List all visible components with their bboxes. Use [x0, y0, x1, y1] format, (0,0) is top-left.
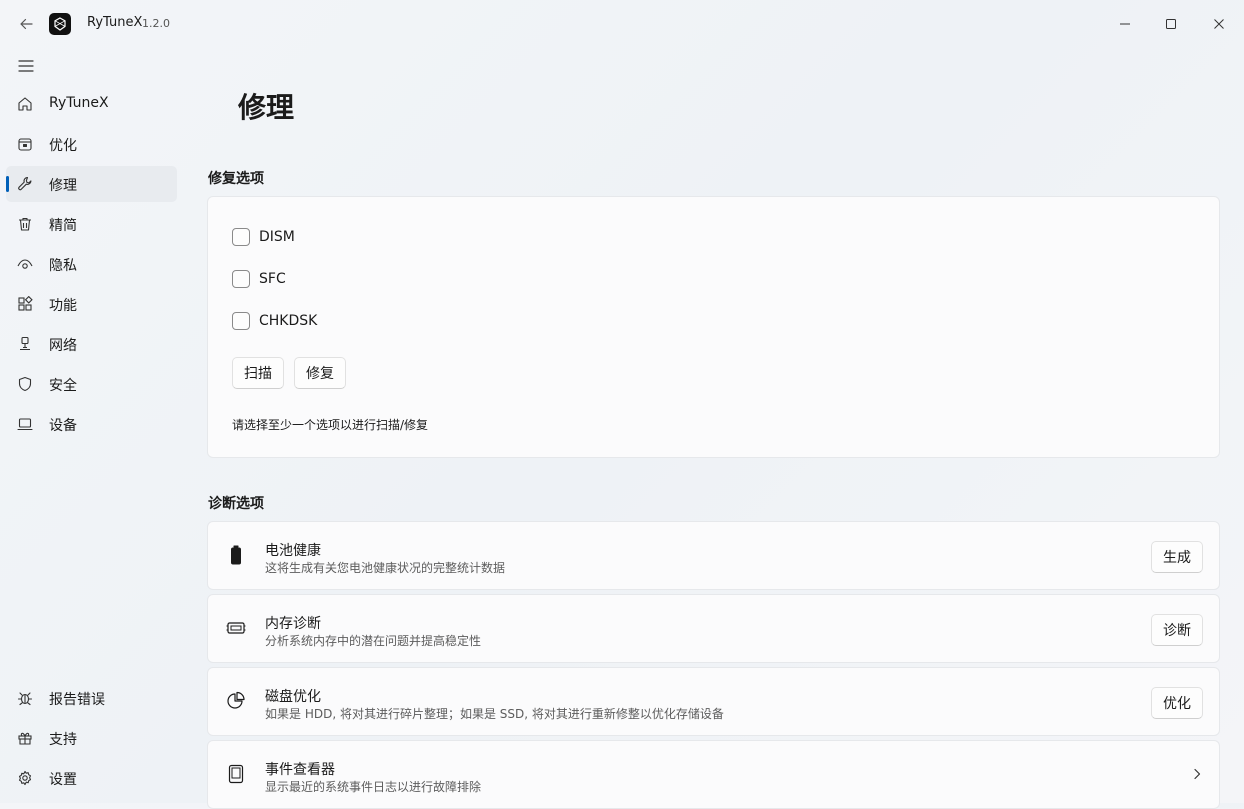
checkbox-box[interactable]: [232, 312, 250, 330]
card-title: 电池健康: [265, 543, 321, 559]
memory-diagnostic-card: 内存诊断 分析系统内存中的潜在问题并提高稳定性 诊断: [207, 594, 1220, 663]
sidebar-item-repair[interactable]: 修理: [6, 166, 177, 202]
checkbox-box[interactable]: [232, 270, 250, 288]
sidebar-item-optimize[interactable]: 优化: [6, 126, 177, 162]
sidebar-item-home[interactable]: RyTuneX: [6, 86, 177, 122]
sidebar-item-debloat[interactable]: 精简: [6, 206, 177, 242]
app-version: 1.2.0: [142, 17, 170, 30]
optimize-button[interactable]: 优化: [1151, 687, 1203, 719]
sidebar-item-label: 优化: [49, 138, 77, 154]
card-description: 如果是 HDD, 将对其进行碎片整理；如果是 SSD, 将对其进行重新修整以优化…: [265, 707, 724, 721]
sidebar-item-privacy[interactable]: 隐私: [6, 246, 177, 282]
checkbox-label: SFC: [259, 271, 286, 287]
sidebar-item-device[interactable]: 设备: [6, 406, 177, 442]
maximize-icon: [1166, 19, 1176, 29]
battery-icon: [225, 544, 247, 566]
diagnose-button[interactable]: 诊断: [1151, 614, 1203, 646]
battery-health-card: 电池健康 这将生成有关您电池健康状况的完整统计数据 生成: [207, 521, 1220, 590]
gear-icon: [16, 769, 34, 787]
generate-button[interactable]: 生成: [1151, 541, 1203, 573]
eye-icon: [16, 255, 34, 273]
card-description: 显示最近的系统事件日志以进行故障排除: [265, 780, 482, 794]
disk-optimize-card: 磁盘优化 如果是 HDD, 将对其进行碎片整理；如果是 SSD, 将对其进行重新…: [207, 667, 1220, 736]
home-icon: [16, 95, 34, 113]
chkdsk-checkbox[interactable]: CHKDSK: [232, 311, 317, 331]
app-logo: [49, 13, 71, 35]
app-title: RyTuneX: [87, 15, 143, 30]
sidebar-item-label: 设置: [49, 772, 77, 788]
repair-options-card: DISM SFC CHKDSK 扫描 修复 请选择至少一个选项以进行扫描/修复: [207, 196, 1220, 458]
app-logo-icon: [54, 17, 66, 31]
apps-icon: [16, 295, 34, 313]
sidebar-item-network[interactable]: 网络: [6, 326, 177, 362]
sidebar-item-report-bug[interactable]: 报告错误: [6, 680, 177, 716]
sidebar-item-support[interactable]: 支持: [6, 720, 177, 756]
dism-checkbox[interactable]: DISM: [232, 227, 295, 247]
sidebar-item-features[interactable]: 功能: [6, 286, 177, 322]
sidebar-item-security[interactable]: 安全: [6, 366, 177, 402]
close-button[interactable]: [1196, 6, 1242, 42]
title-bar: RyTuneX 1.2.0: [0, 0, 1244, 48]
maximize-button[interactable]: [1148, 6, 1194, 42]
scan-button[interactable]: 扫描: [232, 357, 284, 389]
sidebar-item-label: 功能: [49, 298, 77, 314]
toolbox-icon: [16, 135, 34, 153]
bug-icon: [16, 689, 34, 707]
sidebar-item-label: 安全: [49, 378, 77, 394]
minimize-button[interactable]: [1102, 6, 1148, 42]
arrow-left-icon: [20, 18, 33, 30]
sidebar-item-label: 隐私: [49, 258, 77, 274]
sidebar-item-label: 设备: [49, 418, 77, 434]
gift-icon: [16, 729, 34, 747]
hamburger-icon: [18, 60, 34, 72]
trash-icon: [16, 215, 34, 233]
card-title: 事件查看器: [265, 762, 335, 778]
sidebar-item-label: 报告错误: [49, 692, 105, 708]
sidebar-item-settings[interactable]: 设置: [6, 760, 177, 796]
sidebar-footer: 报告错误 支持 设置: [6, 680, 177, 800]
sidebar-item-label: 精简: [49, 218, 77, 234]
close-icon: [1214, 19, 1224, 29]
wrench-icon: [16, 175, 34, 193]
diagnostics-section-title: 诊断选项: [208, 496, 264, 512]
menu-toggle-button[interactable]: [12, 52, 40, 80]
tablet-icon: [225, 763, 247, 785]
repair-button[interactable]: 修复: [294, 357, 346, 389]
checkbox-label: CHKDSK: [259, 313, 318, 329]
card-title: 磁盘优化: [265, 689, 321, 705]
repair-hint-text: 请选择至少一个选项以进行扫描/修复: [232, 418, 429, 432]
shield-icon: [16, 375, 34, 393]
event-viewer-card[interactable]: 事件查看器 显示最近的系统事件日志以进行故障排除: [207, 740, 1220, 809]
network-icon: [16, 335, 34, 353]
memory-icon: [225, 617, 247, 639]
laptop-icon: [16, 415, 34, 433]
checkbox-label: DISM: [259, 229, 295, 245]
card-description: 分析系统内存中的潜在问题并提高稳定性: [265, 634, 482, 648]
repair-section-title: 修复选项: [208, 171, 264, 187]
pie-chart-icon: [225, 690, 247, 712]
sidebar-item-label: 网络: [49, 338, 77, 354]
chevron-right-icon: [1188, 765, 1206, 783]
sidebar-nav: RyTuneX 优化 修理 精简 隐私 功能 网络 安全 设备: [6, 86, 177, 446]
sidebar-item-label: 修理: [49, 178, 77, 194]
minimize-icon: [1120, 23, 1130, 25]
active-indicator: [6, 176, 9, 192]
sidebar-item-label: RyTuneX: [49, 95, 109, 111]
card-description: 这将生成有关您电池健康状况的完整统计数据: [265, 561, 506, 575]
sfc-checkbox[interactable]: SFC: [232, 269, 286, 289]
back-button[interactable]: [12, 10, 40, 38]
card-title: 内存诊断: [265, 616, 321, 632]
sidebar-item-label: 支持: [49, 732, 77, 748]
checkbox-box[interactable]: [232, 228, 250, 246]
page-title: 修理: [238, 91, 295, 124]
